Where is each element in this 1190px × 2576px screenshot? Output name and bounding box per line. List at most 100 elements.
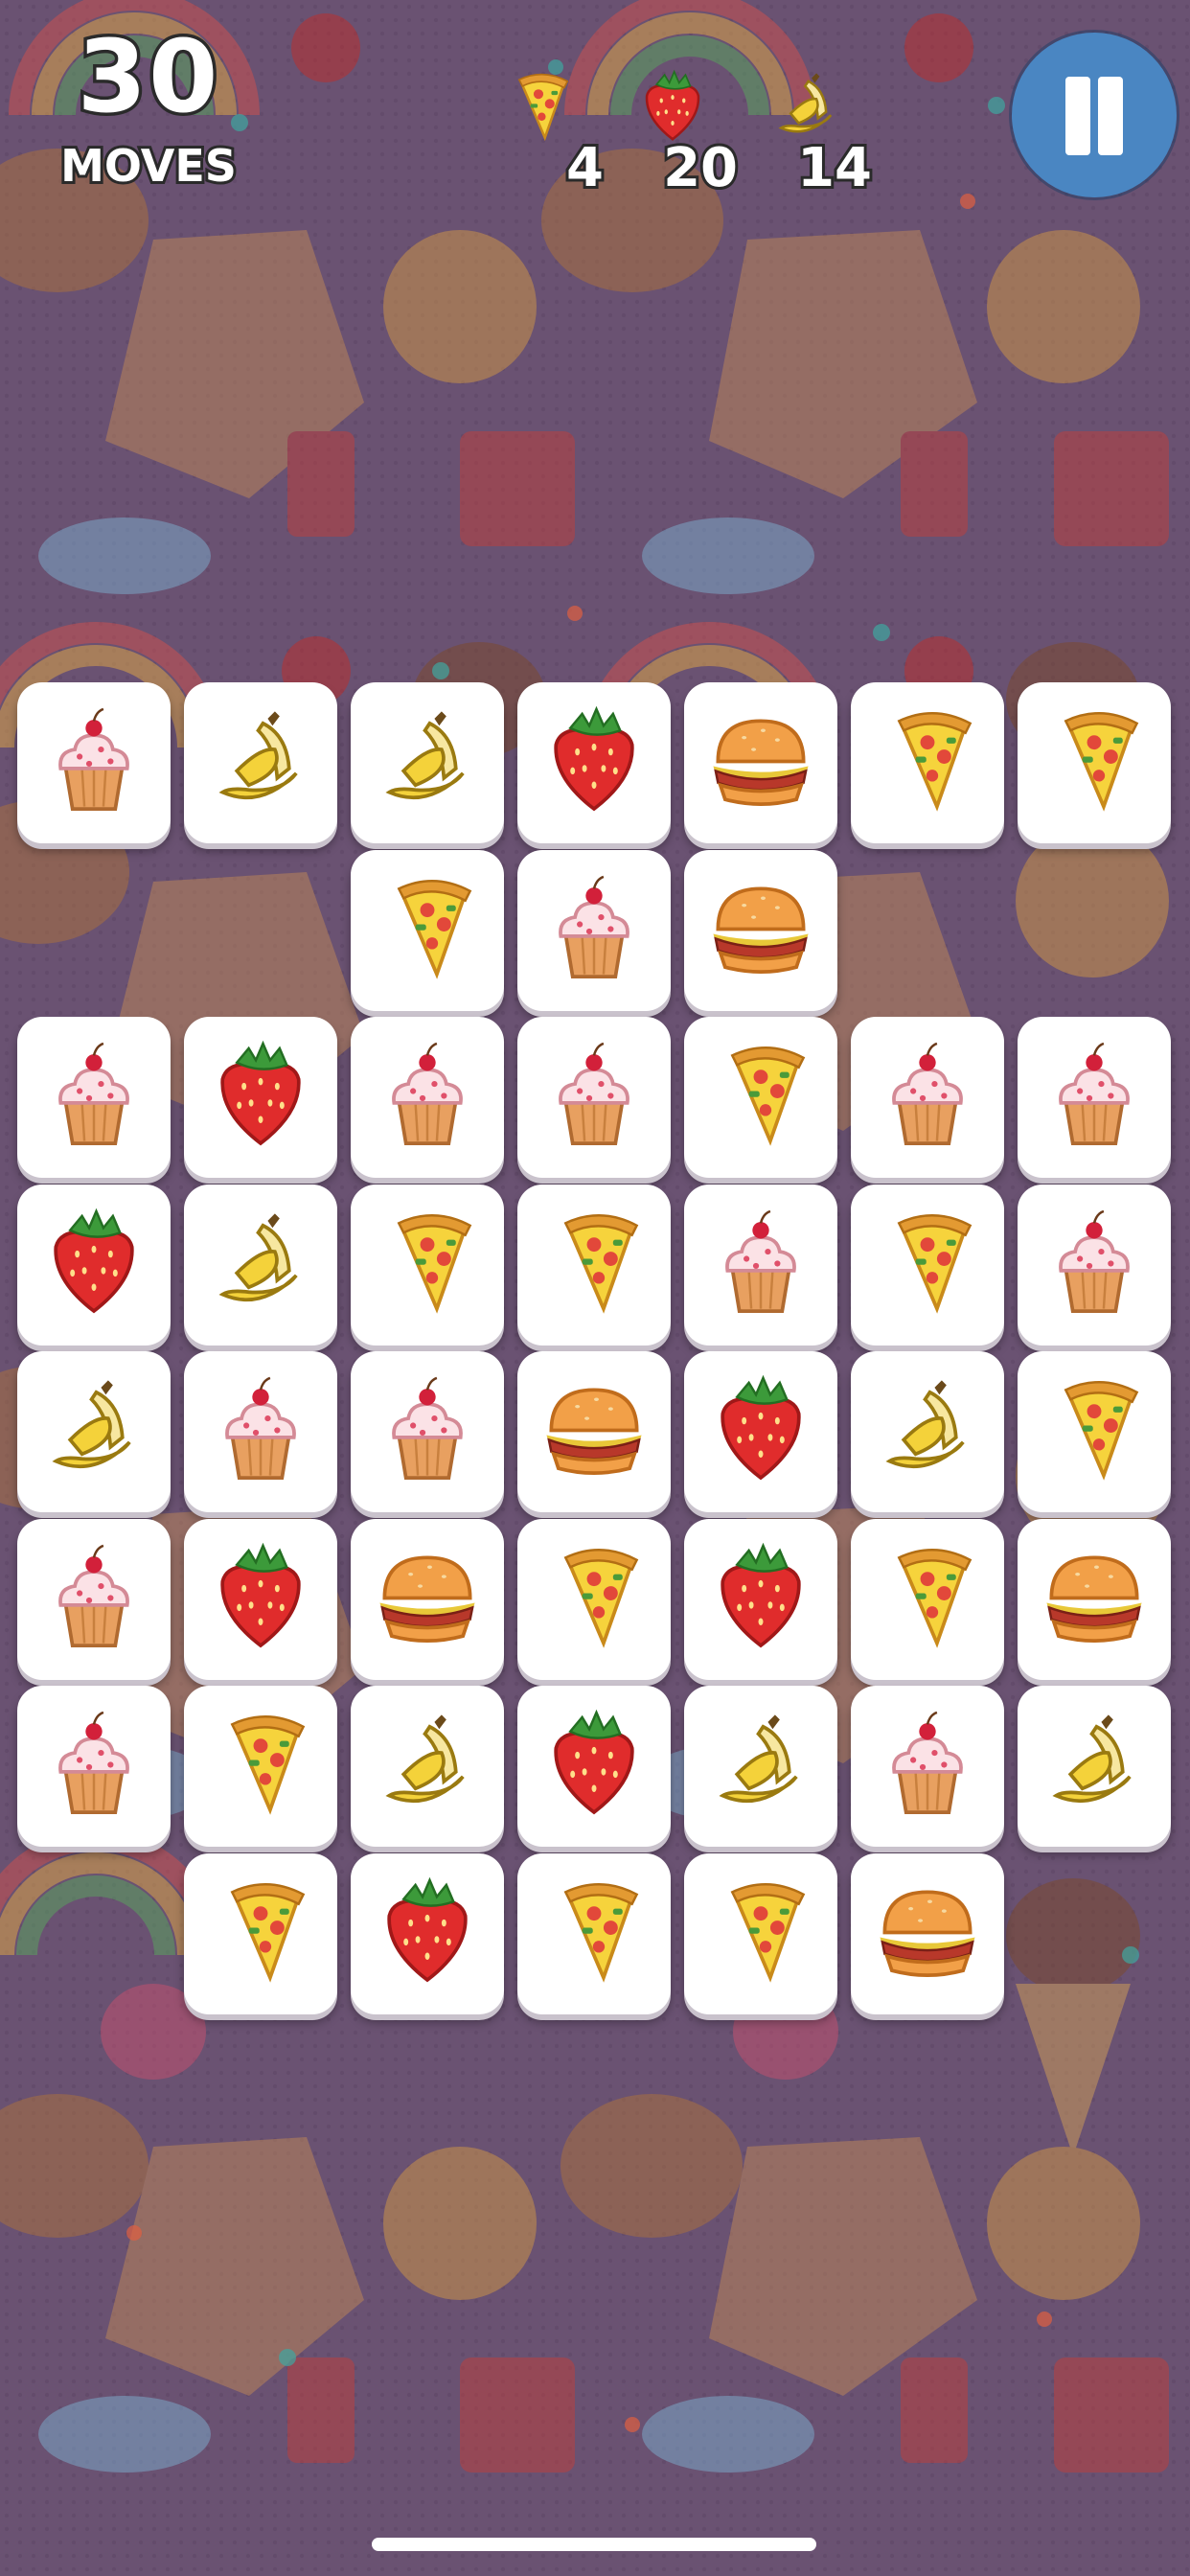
cupcake-icon: [201, 1368, 320, 1487]
tile-burger[interactable]: [684, 850, 837, 1011]
tile-cupcake[interactable]: [184, 1351, 337, 1512]
tile-banana[interactable]: [684, 1686, 837, 1847]
cupcake-icon: [868, 1034, 987, 1153]
tile-pizza[interactable]: [851, 682, 1004, 843]
cupcake-icon: [1035, 1034, 1154, 1153]
pizza-icon: [868, 700, 987, 818]
strawberry-icon: [701, 1368, 820, 1487]
tile-pizza[interactable]: [1018, 1351, 1171, 1512]
cupcake-icon: [368, 1034, 487, 1153]
tile-strawberry[interactable]: [684, 1351, 837, 1512]
cupcake-icon: [701, 1202, 820, 1321]
tile-cupcake[interactable]: [17, 1519, 171, 1680]
pizza-icon: [535, 1202, 653, 1321]
banana-icon: [34, 1368, 153, 1487]
pizza-icon: [868, 1202, 987, 1321]
tile-cupcake[interactable]: [1018, 1184, 1171, 1346]
tile-strawberry[interactable]: [517, 1686, 671, 1847]
strawberry-icon: [535, 700, 653, 818]
tile-banana[interactable]: [184, 682, 337, 843]
tile-burger[interactable]: [517, 1351, 671, 1512]
tile-cupcake[interactable]: [17, 1017, 171, 1178]
pizza-icon: [1035, 1368, 1154, 1487]
strawberry-icon: [701, 1536, 820, 1655]
tile-pizza[interactable]: [851, 1184, 1004, 1346]
tile-burger[interactable]: [851, 1853, 1004, 2014]
pizza-icon: [701, 1034, 820, 1153]
tile-cupcake[interactable]: [851, 1686, 1004, 1847]
cupcake-icon: [868, 1703, 987, 1822]
cupcake-icon: [34, 1034, 153, 1153]
cupcake-icon: [368, 1368, 487, 1487]
banana-icon: [201, 700, 320, 818]
strawberry-icon: [368, 1871, 487, 1990]
banana-icon: [368, 700, 487, 818]
tile-banana[interactable]: [851, 1351, 1004, 1512]
pizza-icon: [368, 1202, 487, 1321]
tile-strawberry[interactable]: [517, 682, 671, 843]
tile-cupcake[interactable]: [517, 850, 671, 1011]
burger-icon: [368, 1536, 487, 1655]
tile-banana[interactable]: [351, 682, 504, 843]
tile-strawberry[interactable]: [351, 1853, 504, 2014]
cupcake-icon: [1035, 1202, 1154, 1321]
banana-icon: [368, 1703, 487, 1822]
tile-banana[interactable]: [351, 1686, 504, 1847]
pizza-icon: [201, 1871, 320, 1990]
burger-icon: [1035, 1536, 1154, 1655]
tile-pizza[interactable]: [851, 1519, 1004, 1680]
tile-strawberry[interactable]: [184, 1017, 337, 1178]
tile-pizza[interactable]: [351, 1184, 504, 1346]
game-board: [0, 0, 1190, 2576]
tile-cupcake[interactable]: [517, 1017, 671, 1178]
burger-icon: [535, 1368, 653, 1487]
tile-cupcake[interactable]: [17, 1686, 171, 1847]
banana-icon: [868, 1368, 987, 1487]
pizza-icon: [868, 1536, 987, 1655]
banana-icon: [201, 1202, 320, 1321]
tile-cupcake[interactable]: [684, 1184, 837, 1346]
tile-burger[interactable]: [684, 682, 837, 843]
pizza-icon: [1035, 700, 1154, 818]
cupcake-icon: [34, 700, 153, 818]
tile-burger[interactable]: [1018, 1519, 1171, 1680]
cupcake-icon: [535, 1034, 653, 1153]
home-indicator[interactable]: [372, 2538, 816, 2551]
banana-icon: [1035, 1703, 1154, 1822]
burger-icon: [868, 1871, 987, 1990]
tile-cupcake[interactable]: [351, 1351, 504, 1512]
cupcake-icon: [34, 1536, 153, 1655]
strawberry-icon: [201, 1034, 320, 1153]
pizza-icon: [701, 1871, 820, 1990]
tile-cupcake[interactable]: [851, 1017, 1004, 1178]
pizza-icon: [535, 1536, 653, 1655]
cupcake-icon: [535, 867, 653, 986]
pizza-icon: [535, 1871, 653, 1990]
tile-cupcake[interactable]: [351, 1017, 504, 1178]
tile-pizza[interactable]: [184, 1686, 337, 1847]
tile-banana[interactable]: [1018, 1686, 1171, 1847]
tile-pizza[interactable]: [517, 1853, 671, 2014]
tile-strawberry[interactable]: [17, 1184, 171, 1346]
tile-pizza[interactable]: [684, 1017, 837, 1178]
tile-pizza[interactable]: [517, 1184, 671, 1346]
strawberry-icon: [201, 1536, 320, 1655]
strawberry-icon: [535, 1703, 653, 1822]
pizza-icon: [368, 867, 487, 986]
burger-icon: [701, 700, 820, 818]
cupcake-icon: [34, 1703, 153, 1822]
tile-burger[interactable]: [351, 1519, 504, 1680]
tile-cupcake[interactable]: [1018, 1017, 1171, 1178]
tile-pizza[interactable]: [517, 1519, 671, 1680]
tile-pizza[interactable]: [184, 1853, 337, 2014]
tile-cupcake[interactable]: [17, 682, 171, 843]
tile-pizza[interactable]: [684, 1853, 837, 2014]
pizza-icon: [201, 1703, 320, 1822]
tile-strawberry[interactable]: [184, 1519, 337, 1680]
tile-banana[interactable]: [184, 1184, 337, 1346]
tile-pizza[interactable]: [351, 850, 504, 1011]
tile-pizza[interactable]: [1018, 682, 1171, 843]
tile-banana[interactable]: [17, 1351, 171, 1512]
tile-strawberry[interactable]: [684, 1519, 837, 1680]
banana-icon: [701, 1703, 820, 1822]
